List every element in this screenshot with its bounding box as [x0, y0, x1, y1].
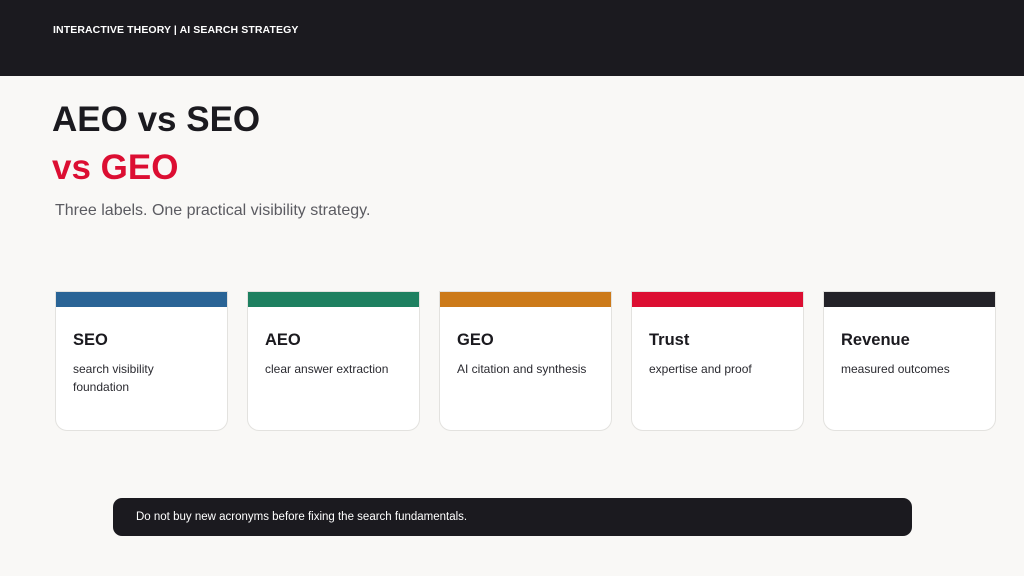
callout-text: Do not buy new acronyms before fixing th…: [136, 511, 468, 523]
card-geo: GEO AI citation and synthesis: [439, 291, 612, 431]
card-stripe: [56, 292, 227, 307]
page-subtitle: Three labels. One practical visibility s…: [55, 202, 371, 219]
card-stripe: [440, 292, 611, 307]
card-description: clear answer extraction: [265, 362, 389, 376]
card-title: GEO: [457, 331, 494, 349]
page-title-line-1: AEO vs SEO: [52, 100, 261, 139]
card-title: AEO: [265, 331, 301, 349]
card-seo: SEO search visibility foundation: [55, 291, 228, 431]
card-row: SEO search visibility foundation AEO cle…: [55, 291, 999, 433]
card-stripe: [824, 292, 995, 307]
card-title: Trust: [649, 331, 690, 349]
card-title: Revenue: [841, 331, 910, 349]
card-stripe: [632, 292, 803, 307]
card-aeo: AEO clear answer extraction: [247, 291, 420, 431]
page-title-line-2: vs GEO: [52, 148, 179, 187]
header-label: INTERACTIVE THEORY | AI SEARCH STRATEGY: [53, 24, 299, 36]
card-trust: Trust expertise and proof: [631, 291, 804, 431]
card-description: AI citation and synthesis: [457, 362, 587, 376]
card-description: search visibility foundation: [73, 362, 154, 394]
card-title: SEO: [73, 331, 108, 349]
card-revenue: Revenue measured outcomes: [823, 291, 996, 431]
card-description: measured outcomes: [841, 362, 950, 376]
card-description: expertise and proof: [649, 362, 752, 376]
callout-banner: Do not buy new acronyms before fixing th…: [113, 498, 912, 536]
top-bar: INTERACTIVE THEORY | AI SEARCH STRATEGY: [0, 0, 1024, 76]
card-stripe: [248, 292, 419, 307]
